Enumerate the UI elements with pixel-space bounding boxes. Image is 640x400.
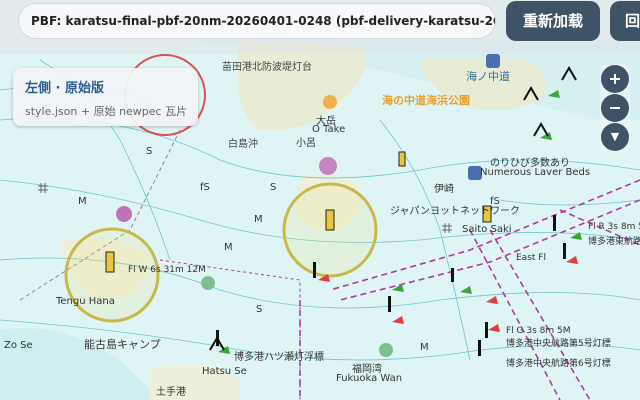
label-hatsu-se: Hatsu Se — [202, 366, 247, 377]
label-light-green: Fl G 3s 8m 5M — [506, 326, 571, 336]
label-tengu-hana: Tengu Hana — [56, 296, 115, 307]
label-koro: 小呂 — [296, 138, 316, 149]
back-button[interactable]: 回 — [610, 1, 640, 41]
top-toolbar: PBF: karatsu-final-pbf-20nm-20260401-024… — [0, 0, 640, 54]
label-bottom-sand-1: S — [270, 182, 277, 193]
label-bottom-mud-3: M — [254, 214, 263, 225]
poi-marker-beach — [323, 95, 337, 109]
map-controls: ▼ — [600, 64, 630, 152]
label-light-red: Fl R 3s 8m 5M — [588, 222, 640, 232]
label-central-beacon-6: 博多港中央航路第6号灯標 — [506, 359, 611, 369]
label-light-white: Fl W 6s 31m 12M — [128, 265, 206, 275]
label-dote-port: 土手港 — [156, 387, 186, 398]
label-bottom-sand-2: S — [146, 146, 153, 157]
poi-marker-marina — [319, 157, 337, 175]
compass-icon: ▼ — [610, 130, 620, 143]
label-east-fl: East Fl — [516, 253, 546, 263]
label-hatsu-se-buoy: 博多港ハツ瀬灯浮標 — [234, 352, 324, 363]
zoom-in-button[interactable] — [601, 65, 629, 93]
label-bottom-fine-sand-1: fS — [200, 182, 210, 193]
label-otake-en: O Take — [312, 124, 346, 135]
label-nokonoshima-camp: 能古島キャンプ — [84, 338, 161, 351]
nautical-chart-map[interactable]: 苗田港北防波堤灯台 白島沖 海ノ中道 海の中道海浜公園 大岳 O Take 小呂… — [0, 0, 640, 400]
label-izaki: 伊崎 — [434, 184, 454, 195]
url-input[interactable]: PBF: karatsu-final-pbf-20nm-20260401-024… — [18, 3, 496, 39]
label-zo-se: Zo Se — [4, 340, 33, 351]
reload-button[interactable]: 重新加载 — [506, 1, 600, 41]
label-shirashima: 白島沖 — [228, 139, 258, 150]
zoom-out-icon — [610, 107, 620, 109]
info-panel-subtitle: style.json + 原始 newpec 瓦片 — [25, 105, 188, 118]
zoom-in-icon — [610, 74, 620, 84]
light-range-circle-tengu — [64, 227, 160, 323]
label-bottom-mud-2: M — [224, 242, 233, 253]
label-bottom-fine-sand-2: fS — [490, 196, 500, 207]
rock-marker-fukuoka — [379, 343, 393, 357]
label-fukuoka-wan-en: Fukuoka Wan — [336, 373, 403, 384]
info-panel: 左側 · 原始版 style.json + 原始 newpec 瓦片 — [13, 68, 198, 126]
label-laver-beds-en: Numerous Laver Beds — [480, 167, 591, 178]
label-bottom-mud-4: M — [420, 342, 429, 353]
label-saito-saki: Saito Saki — [462, 224, 512, 235]
label-central-beacon-5: 博多港中央航路第5号灯標 — [506, 339, 611, 349]
compass-button[interactable]: ▼ — [601, 123, 629, 151]
label-bottom-sand-3: S — [256, 304, 263, 315]
label-umino-nakamichi: 海ノ中道 — [466, 70, 510, 83]
label-bottom-mud-1: M — [78, 196, 87, 207]
poi-marker-hotel — [486, 54, 500, 68]
rock-marker-tengu — [201, 276, 215, 290]
label-breakwater-light: 苗田港北防波堤灯台 — [222, 62, 312, 73]
label-yacht-network: ジャパンヨットネットワーク — [390, 206, 520, 217]
zoom-out-button[interactable] — [601, 94, 629, 122]
poi-marker-mooring — [116, 206, 132, 222]
label-seaside-park: 海の中道海浜公園 — [382, 94, 470, 107]
info-panel-title: 左側 · 原始版 — [25, 81, 104, 96]
label-east-channel: 博多港東航路 — [588, 237, 640, 247]
